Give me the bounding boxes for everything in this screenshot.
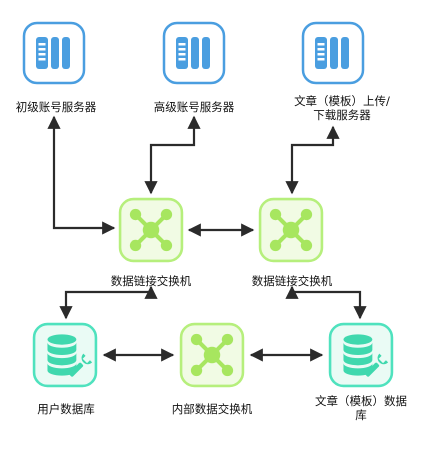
article-upload-server-icon [301, 21, 365, 85]
data-link-switch-2-label: 数据链接交换机 [251, 274, 333, 288]
internal-data-switch-icon [181, 324, 243, 386]
data-link-switch-1-label: 数据链接交换机 [110, 274, 192, 288]
link-article-server-to-switch-2 [285, 125, 340, 195]
basic-account-server-label: 初级账号服务器 [15, 100, 97, 114]
link-switch-2-to-article-db [285, 285, 367, 320]
data-link-switch-2-icon [260, 199, 322, 261]
article-database-icon [328, 322, 394, 388]
link-switch-1-to-user-db [59, 285, 158, 320]
basic-account-server-icon [22, 21, 86, 85]
link-basic-server-to-switch-1 [47, 115, 116, 235]
advanced-account-server-label: 高级账号服务器 [153, 100, 235, 114]
article-upload-server-label: 文章（模板）上传/ 下载服务器 [282, 94, 402, 122]
article-database-label: 文章（模板）数据 库 [315, 394, 407, 422]
advanced-account-server-icon [162, 21, 226, 85]
data-link-switch-1-icon [120, 199, 182, 261]
internal-data-switch-label: 内部数据交换机 [171, 402, 253, 416]
user-database-label: 用户数据库 [37, 402, 95, 416]
link-advanced-server-to-switch-1 [144, 115, 201, 195]
network-diagram: 初级账号服务器 高级账号服务器 文章（模板）上传/ 下载服务器 数据链接交换机 … [0, 0, 440, 451]
diagram-canvas [22, 21, 394, 451]
user-database-icon [32, 322, 98, 388]
